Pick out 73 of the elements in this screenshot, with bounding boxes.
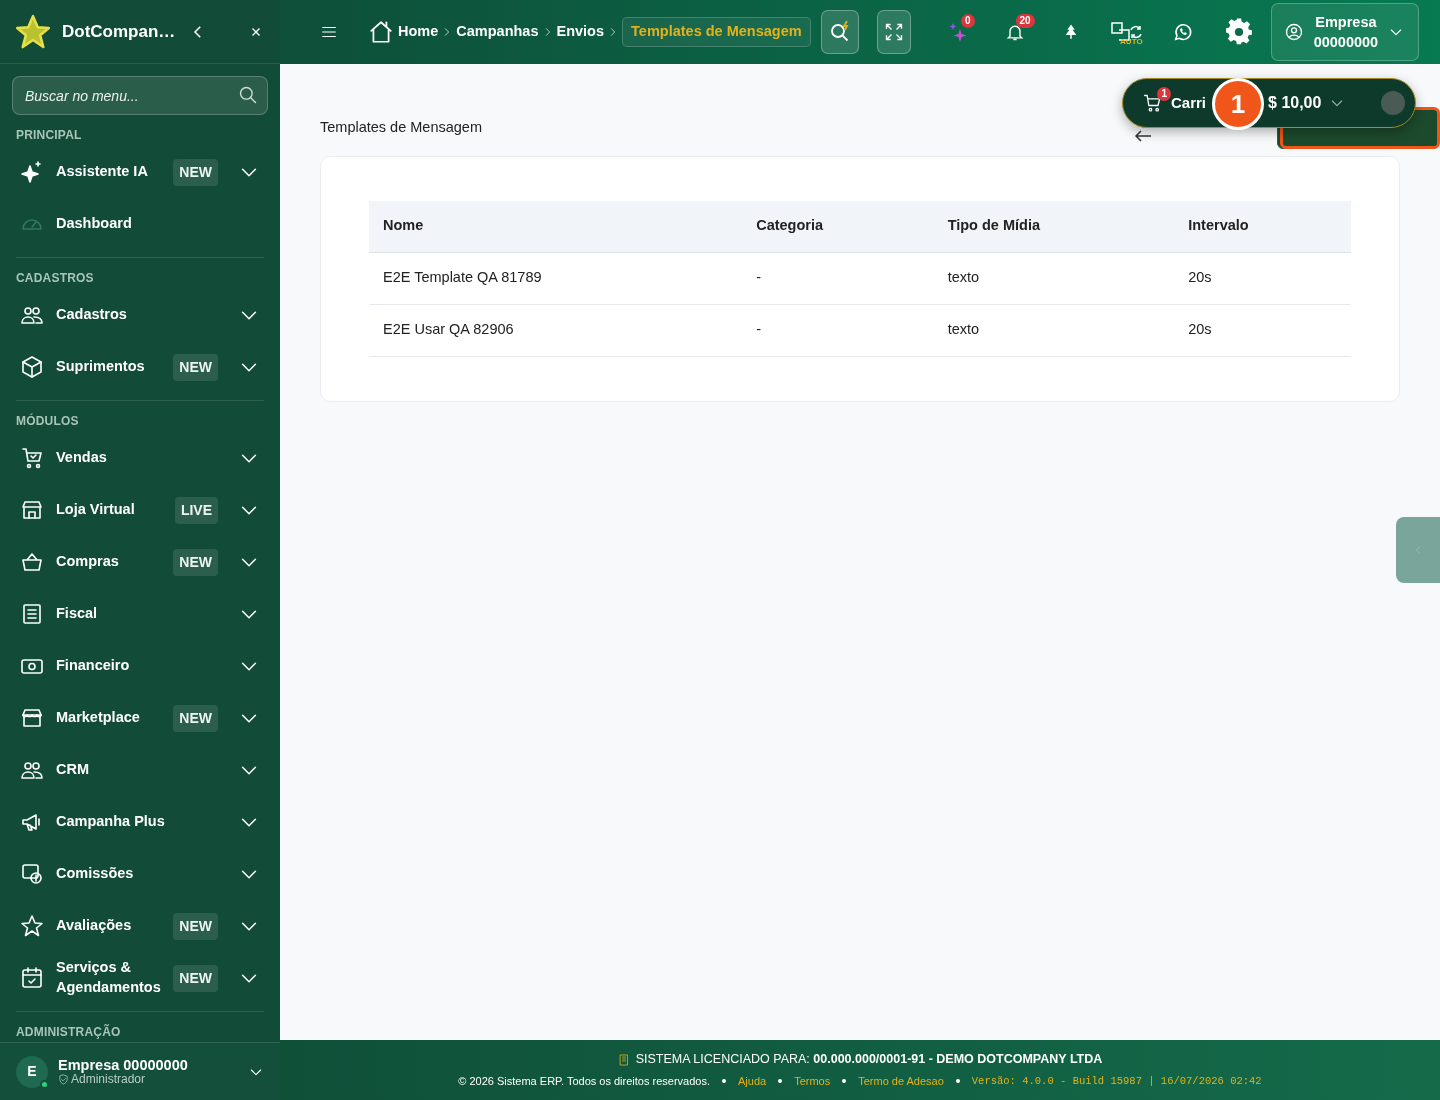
section-title: CADASTROS	[16, 270, 95, 286]
column-header: Tipo de Mídia	[933, 201, 1175, 252]
breadcrumb-link[interactable]: Campanhas	[456, 21, 539, 43]
cart-icon	[1143, 93, 1163, 113]
menu-item[interactable]: Comissões	[16, 848, 264, 900]
new-tag: NEW	[173, 353, 218, 381]
table-cell: 20s	[1174, 252, 1351, 304]
footer-link[interactable]: Termo de Adesao	[858, 1073, 944, 1090]
column-header: Nome	[369, 201, 743, 252]
footer-link[interactable]: Ajuda	[738, 1073, 767, 1090]
menu-item[interactable]: Fiscal	[16, 588, 264, 640]
count-badge: 0	[961, 14, 975, 28]
count-badge: 1	[1157, 87, 1171, 101]
new-tag: NEW	[173, 912, 218, 940]
user-role: Administrador	[71, 1072, 146, 1086]
table-cell: -	[742, 252, 934, 304]
cart-label: Carri	[1171, 92, 1207, 113]
company-selector[interactable]: Empresa 00000000	[1270, 3, 1420, 61]
breadcrumb-link[interactable]: Home	[398, 21, 439, 43]
menu-item[interactable]: Avaliações NEW	[16, 900, 264, 952]
new-tag: NEW	[173, 704, 218, 732]
footer-link[interactable]: Termos	[794, 1073, 831, 1090]
menu-item[interactable]: Financeiro	[16, 640, 264, 692]
new-tag: NEW	[173, 158, 218, 186]
table-cell: -	[742, 304, 934, 356]
column-header: Categoria	[742, 201, 934, 252]
menu-item[interactable]: Compras NEW	[16, 536, 264, 588]
version-text: Versão: 4.0.0 - Build 15987 | 16/07/2026 02:42	[971, 1073, 1262, 1089]
new-tag: NEW	[173, 548, 218, 576]
menu-item[interactable]: Vendas	[16, 432, 264, 484]
table-cell: E2E Template QA 81789	[369, 252, 743, 304]
section-title: MÓDULOS	[16, 412, 80, 429]
user-name: Empresa 00000000	[58, 1057, 189, 1073]
avatar: E	[16, 1055, 48, 1088]
count-badge: 20	[1015, 14, 1035, 28]
menu-item[interactable]: Marketplace NEW	[16, 692, 264, 744]
shield-icon	[58, 1073, 69, 1085]
cart-total: $ 10,00	[1268, 93, 1322, 113]
license-text: SISTEMA LICENCIADO PARA: 00.000.000/0001-91 - DEMO DOTCOMPANY LTDA	[635, 1051, 1103, 1069]
menu-item[interactable]: Loja Virtual LIVE	[16, 484, 264, 536]
search-field[interactable]: Buscar no menu...	[12, 76, 268, 115]
page-title: Templates de Mensagem	[320, 118, 482, 135]
table-cell: 20s	[1174, 304, 1351, 356]
table-cell: E2E Usar QA 82906	[369, 304, 743, 356]
breadcrumb-link[interactable]: Envios	[556, 21, 605, 43]
fullscreen-button[interactable]	[876, 10, 911, 54]
menu-item[interactable]: Campanha Plus	[16, 796, 264, 848]
brand-name: DotCompan…	[62, 20, 176, 43]
search-button[interactable]	[820, 10, 859, 54]
menu-item[interactable]: Suprimentos NEW	[16, 341, 264, 393]
menu-item[interactable]: Cadastros	[16, 289, 264, 341]
translate-icon[interactable]	[1109, 20, 1144, 44]
section-title: PRINCIPAL	[16, 127, 83, 143]
expand-icon	[883, 22, 904, 42]
table-cell: texto	[933, 304, 1175, 356]
star-logo-icon	[14, 12, 52, 51]
menu-item[interactable]: CRM	[16, 744, 264, 796]
column-header: Intervalo	[1174, 201, 1351, 252]
menu-item[interactable]: Assistente IA NEW	[16, 146, 264, 198]
section-title: ADMINISTRAÇÃO	[16, 1023, 122, 1040]
auto-label: AUTO	[1120, 36, 1143, 48]
menu-item[interactable]: Serviços & Agendamentos NEW	[16, 952, 264, 1004]
user-circle-icon	[1283, 22, 1304, 42]
table-cell: texto	[933, 252, 1175, 304]
settings-icon[interactable]	[1224, 18, 1253, 46]
copyright-text: © 2026 Sistema ERP. Todos os direitos reservados.	[458, 1074, 710, 1090]
menu-item[interactable]: Dashboard	[16, 198, 264, 250]
home-icon	[368, 19, 394, 45]
new-tag: NEW	[173, 964, 218, 992]
back-arrow-icon[interactable]	[1134, 129, 1152, 143]
new-tag: LIVE	[174, 496, 218, 524]
building-icon	[617, 1053, 630, 1066]
search-icon	[238, 85, 258, 105]
